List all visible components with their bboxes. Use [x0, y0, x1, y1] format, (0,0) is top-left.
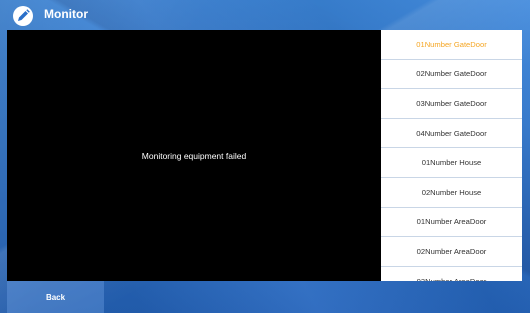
back-button[interactable]: Back [7, 281, 104, 313]
list-item[interactable]: 01Number House [381, 148, 522, 178]
video-view: Monitoring equipment failed [7, 30, 381, 281]
title-bar: Monitor [0, 0, 530, 30]
device-list: 01Number GateDoor 02Number GateDoor 03Nu… [381, 30, 522, 281]
list-item[interactable]: 02Number AreaDoor [381, 237, 522, 267]
list-item[interactable]: 03Number GateDoor [381, 89, 522, 119]
page-title: Monitor [44, 7, 88, 21]
footer-bar: Back [0, 281, 530, 313]
status-message: Monitoring equipment failed [141, 150, 247, 161]
pencil-icon [12, 5, 34, 27]
list-item[interactable]: 01Number GateDoor [381, 30, 522, 60]
list-item[interactable]: 02Number House [381, 177, 522, 208]
list-item[interactable]: 01Number AreaDoor [381, 207, 522, 238]
list-item[interactable]: 04Number GateDoor [381, 118, 522, 149]
list-item[interactable]: 03Number AreaDoor [381, 266, 522, 281]
list-item[interactable]: 02Number GateDoor [381, 59, 522, 90]
